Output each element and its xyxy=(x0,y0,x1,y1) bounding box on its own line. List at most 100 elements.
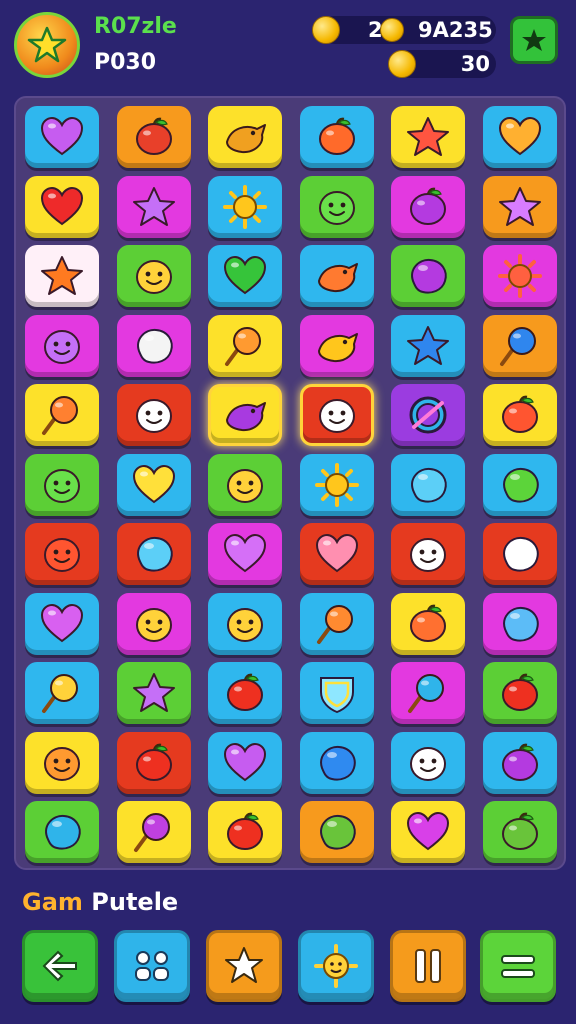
tile-apple[interactable] xyxy=(208,662,282,724)
tile-sun[interactable] xyxy=(208,175,282,238)
tile-face[interactable] xyxy=(116,384,191,446)
tile-face[interactable] xyxy=(391,523,465,585)
star-button[interactable] xyxy=(206,930,282,1002)
tile-bird[interactable] xyxy=(208,106,282,168)
tile-face[interactable] xyxy=(116,245,191,307)
tile-heart[interactable] xyxy=(25,175,99,238)
coin-count-secondary: 30 xyxy=(460,52,490,76)
tile-apple[interactable] xyxy=(116,731,191,794)
tile-blob[interactable] xyxy=(116,314,191,377)
tile-heart[interactable] xyxy=(25,106,99,168)
tile-heart[interactable] xyxy=(208,245,282,307)
star-icon xyxy=(407,117,449,156)
ring-icon xyxy=(409,396,447,434)
face-icon xyxy=(44,468,80,503)
back-button[interactable] xyxy=(22,930,98,1002)
tile-blob[interactable] xyxy=(391,245,465,307)
footer-label-a: Gam xyxy=(22,888,83,916)
tile-bird[interactable] xyxy=(299,245,374,307)
tile-face[interactable] xyxy=(25,314,99,377)
tile-heart[interactable] xyxy=(25,592,99,655)
tile-lolli[interactable] xyxy=(208,314,282,377)
tile-lolli[interactable] xyxy=(391,662,465,724)
tile-face[interactable] xyxy=(391,731,465,794)
apple-icon xyxy=(501,395,538,433)
tile-blob[interactable] xyxy=(116,523,191,585)
tile-star[interactable] xyxy=(391,314,465,377)
tile-lolli[interactable] xyxy=(299,592,374,655)
lolli-icon xyxy=(133,813,170,852)
footer-label-b: Putele xyxy=(91,888,179,916)
lolli-icon xyxy=(499,326,536,366)
player-avatar[interactable] xyxy=(14,12,80,78)
tile-heart[interactable] xyxy=(208,731,282,794)
tile-sun[interactable] xyxy=(482,245,557,307)
tile-blob[interactable] xyxy=(482,523,557,585)
tile-ring[interactable] xyxy=(391,384,465,446)
star-icon xyxy=(225,947,263,983)
tile-star[interactable] xyxy=(391,106,465,168)
tile-face[interactable] xyxy=(25,731,99,794)
tile-heart[interactable] xyxy=(482,106,557,168)
arrow-left-icon xyxy=(42,950,77,982)
tile-face[interactable] xyxy=(25,523,99,585)
sun-button[interactable] xyxy=(298,930,374,1002)
menu-button[interactable] xyxy=(480,930,556,1002)
tile-apple[interactable] xyxy=(391,175,465,238)
tile-face[interactable] xyxy=(116,592,191,655)
tile-face[interactable] xyxy=(25,453,99,516)
tile-blob[interactable] xyxy=(482,592,557,655)
tile-lolli[interactable] xyxy=(116,801,191,863)
blob-icon xyxy=(319,814,356,850)
tile-face[interactable] xyxy=(208,592,282,655)
apple-icon xyxy=(410,604,446,642)
tile-face[interactable] xyxy=(299,384,374,446)
tile-apple[interactable] xyxy=(482,731,557,794)
tile-apple[interactable] xyxy=(299,106,374,168)
heart-icon xyxy=(40,186,84,225)
apple-icon xyxy=(227,812,263,850)
tile-star[interactable] xyxy=(25,245,99,307)
tile-blob[interactable] xyxy=(299,801,374,863)
tile-lolli[interactable] xyxy=(25,384,99,446)
tile-heart[interactable] xyxy=(208,523,282,585)
tile-star[interactable] xyxy=(116,175,191,238)
tile-apple[interactable] xyxy=(208,801,282,863)
tile-sun[interactable] xyxy=(299,453,374,516)
pause-button[interactable] xyxy=(390,930,466,1002)
settings-button[interactable] xyxy=(510,16,558,64)
tile-blob[interactable] xyxy=(25,801,99,863)
tile-apple[interactable] xyxy=(482,662,557,724)
tile-star[interactable] xyxy=(116,662,191,724)
tile-bird[interactable] xyxy=(299,314,374,377)
tile-shield[interactable] xyxy=(299,662,374,724)
tile-face[interactable] xyxy=(299,175,374,238)
characters-button[interactable] xyxy=(114,930,190,1002)
tile-apple[interactable] xyxy=(391,592,465,655)
tile-apple[interactable] xyxy=(482,384,557,446)
blob-icon xyxy=(136,328,173,364)
level-label: P030 xyxy=(94,50,157,75)
blob-icon xyxy=(502,536,539,572)
tile-bird[interactable] xyxy=(208,384,282,446)
blob-icon xyxy=(411,467,447,503)
tile-heart[interactable] xyxy=(116,453,191,516)
face-icon xyxy=(44,746,80,781)
tile-blob[interactable] xyxy=(299,731,374,794)
tile-blob[interactable] xyxy=(482,453,557,516)
apple-icon xyxy=(135,117,172,155)
tile-heart[interactable] xyxy=(299,523,374,585)
tile-blob[interactable] xyxy=(391,453,465,516)
tile-lolli[interactable] xyxy=(25,662,99,724)
heart-icon xyxy=(315,533,358,573)
tile-apple[interactable] xyxy=(116,106,191,168)
currency-pill-top: 2 9A235 xyxy=(320,16,496,44)
face-icon xyxy=(318,399,355,433)
tile-lolli[interactable] xyxy=(482,314,557,377)
tile-star[interactable] xyxy=(482,175,557,238)
blob-icon xyxy=(502,467,539,503)
tile-apple[interactable] xyxy=(482,801,557,863)
tile-face[interactable] xyxy=(208,453,282,516)
tile-heart[interactable] xyxy=(391,801,465,863)
sun-icon xyxy=(223,184,267,229)
